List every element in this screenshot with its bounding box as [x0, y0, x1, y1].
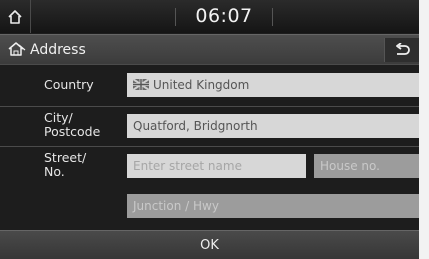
navigation-screen: 06:07 Address Country United Kingdom Cit…: [0, 0, 419, 259]
page-title: Address: [30, 42, 86, 58]
scrollbar: [419, 0, 429, 259]
ok-button[interactable]: OK: [0, 230, 419, 259]
street-label: Street/ No.: [44, 151, 86, 179]
clock: 06:07: [195, 5, 253, 27]
divider: [0, 106, 419, 107]
street-label-line2: No.: [44, 164, 65, 179]
city-label: City/ Postcode: [44, 111, 100, 139]
divider: [0, 64, 419, 65]
cross-street-input: Junction / Hwy: [127, 194, 419, 218]
back-arrow-icon: [396, 43, 410, 55]
country-label: Country: [44, 77, 94, 92]
city-label-line1: City/: [44, 110, 73, 125]
city-label-line2: Postcode: [44, 124, 101, 139]
divider: [272, 8, 273, 26]
cross-street-placeholder: Junction / Hwy: [133, 199, 219, 213]
house-number-input: House no.: [314, 154, 419, 178]
title-bar: Address: [0, 34, 419, 65]
country-value: United Kingdom: [153, 78, 250, 92]
back-button[interactable]: [384, 38, 419, 62]
country-field[interactable]: United Kingdom: [127, 73, 419, 97]
status-bar: 06:07: [0, 0, 419, 33]
street-name-input[interactable]: Enter street name: [127, 154, 306, 178]
uk-flag-icon: [133, 79, 149, 90]
ok-label: OK: [200, 238, 219, 253]
address-house-icon: [8, 42, 26, 56]
street-placeholder: Enter street name: [133, 159, 242, 173]
house-number-placeholder: House no.: [320, 159, 380, 173]
city-value: Quatford, Bridgnorth: [133, 119, 258, 133]
home-icon: [8, 9, 22, 24]
city-postcode-field[interactable]: Quatford, Bridgnorth: [127, 114, 419, 138]
street-label-line1: Street/: [44, 150, 87, 165]
divider: [0, 146, 419, 147]
home-button[interactable]: [0, 0, 31, 33]
